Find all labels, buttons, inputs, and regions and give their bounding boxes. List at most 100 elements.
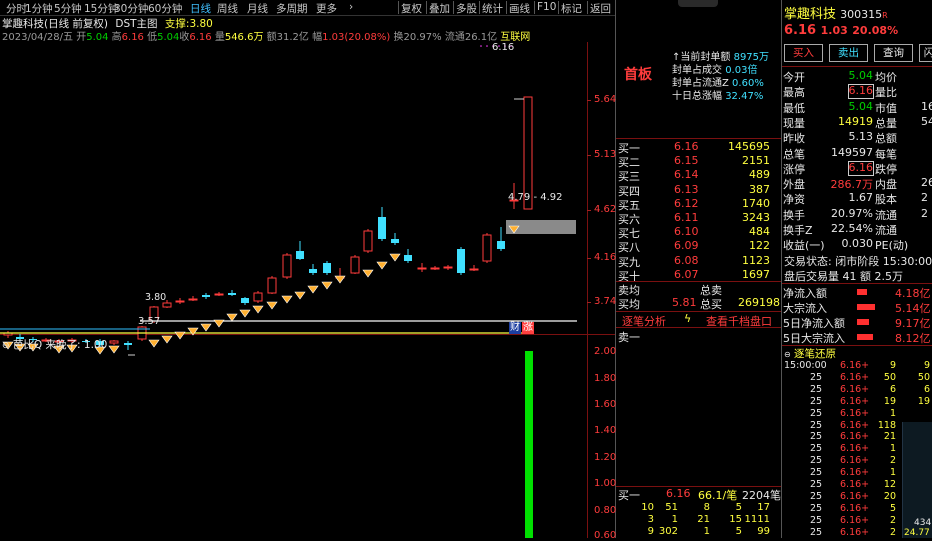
quote-field-label2: 总额 bbox=[875, 132, 897, 146]
collapse-icon[interactable]: ⊖ bbox=[2, 341, 10, 351]
quote-field-row: 换手 20.97% 流通 2 bbox=[783, 207, 932, 222]
toolbar-action-4[interactable]: 画线 bbox=[509, 1, 530, 16]
toolbar-action-2[interactable]: 多股 bbox=[456, 1, 477, 16]
toolbar-action-7[interactable]: 返回 bbox=[590, 1, 611, 16]
chart-header: 掌趣科技(日线 前复权) DST主图 支撑:3.80 2023/04/28/五 … bbox=[2, 16, 614, 43]
finance-badge[interactable]: 财 bbox=[509, 322, 521, 334]
tick-dot bbox=[480, 45, 482, 47]
flow-row: 5日大宗流入 8.12亿 bbox=[783, 330, 932, 345]
candle-body bbox=[443, 266, 453, 269]
quote-field-label: 现量 bbox=[783, 116, 805, 130]
toolbar-separator bbox=[558, 1, 559, 14]
trade-status: 交易状态: 闭市阶段 15:30:00 bbox=[784, 255, 932, 268]
avg-divider bbox=[616, 281, 782, 282]
bid-price: 6.14 bbox=[674, 168, 699, 182]
stock-flag: R bbox=[882, 11, 888, 20]
toolbar-action-5[interactable]: F10 bbox=[537, 1, 556, 13]
period-2[interactable]: 5分钟 bbox=[54, 1, 82, 16]
candle-body bbox=[253, 292, 263, 302]
collapse-handle[interactable] bbox=[678, 0, 718, 7]
tick-title[interactable]: 逐笔还原 bbox=[794, 348, 836, 360]
candle-body bbox=[241, 298, 249, 303]
tick-count: 6 bbox=[923, 383, 930, 395]
period-4[interactable]: 30分钟 bbox=[114, 1, 148, 16]
sub-axis-tick: 0.80 bbox=[594, 505, 617, 516]
price-tick-mark bbox=[587, 258, 591, 259]
candle-body bbox=[309, 269, 317, 273]
bid-row[interactable]: 买二 6.15 2151 bbox=[618, 154, 770, 169]
quote-field-value: 22.54% bbox=[831, 222, 873, 235]
quote-field-value: 0.030 bbox=[841, 237, 874, 251]
quote-field-value: 286.7万 bbox=[830, 178, 874, 192]
quote-field-value: 14919 bbox=[838, 114, 873, 128]
quote-divider bbox=[781, 0, 782, 538]
flash-button[interactable]: 闪 bbox=[919, 44, 932, 62]
tick-price: 6.16+ bbox=[840, 479, 870, 490]
seal-stat-value: 32.47% bbox=[725, 91, 764, 102]
sub-axis-tick: 2.00 bbox=[594, 346, 617, 357]
tick-price: 6.16+ bbox=[840, 383, 870, 395]
price-tick-mark bbox=[587, 155, 591, 156]
links-divider bbox=[616, 311, 782, 312]
bid-row[interactable]: 买一 6.16 145695 bbox=[618, 140, 770, 155]
period-0[interactable]: 分时 bbox=[6, 1, 27, 16]
sub-indicator-label: 来晚了: bbox=[45, 339, 81, 351]
tick-volume: 9 bbox=[889, 360, 896, 371]
sub-indicator-header: ⊖ 芭比Q 来晚了: 1.00 bbox=[2, 337, 107, 352]
tick-time: 15:00:00 bbox=[784, 360, 827, 371]
tick-volume: 20 bbox=[883, 490, 896, 502]
support-tag-label: 3.80 bbox=[145, 292, 167, 303]
candle-body bbox=[188, 298, 198, 301]
tick-volume: 118 bbox=[877, 419, 896, 431]
queue-head-avg: 66.1/笔 bbox=[698, 489, 738, 502]
tick-time: 25 bbox=[810, 514, 823, 526]
bid-row[interactable]: 买五 6.12 1740 bbox=[618, 197, 770, 212]
toolbar-action-3[interactable]: 统计 bbox=[482, 1, 503, 16]
period-7[interactable]: 周线 bbox=[217, 1, 238, 16]
bid-price: 6.11 bbox=[674, 211, 699, 224]
bid-price: 6.10 bbox=[674, 225, 699, 239]
candle-body bbox=[296, 251, 304, 259]
period-5[interactable]: 60分钟 bbox=[148, 1, 182, 16]
period-9[interactable]: 多周期 bbox=[276, 1, 308, 16]
period-1[interactable]: 1分钟 bbox=[25, 1, 53, 16]
sell-button[interactable]: 卖出 bbox=[829, 44, 868, 62]
bid-row[interactable]: 买九 6.08 1123 bbox=[618, 254, 770, 269]
bid-row[interactable]: 买三 6.14 489 bbox=[618, 168, 770, 183]
more-arrow-icon[interactable]: › bbox=[349, 1, 353, 13]
toolbar-action-0[interactable]: 复权 bbox=[401, 1, 422, 16]
ask-divider bbox=[616, 327, 782, 328]
query-button[interactable]: 查询 bbox=[874, 44, 913, 62]
diamond-marker bbox=[376, 261, 388, 270]
bid-row[interactable]: 买七 6.10 484 bbox=[618, 225, 770, 240]
bid-row[interactable]: 买六 6.11 3243 bbox=[618, 211, 770, 226]
tick-price: 6.16+ bbox=[840, 431, 870, 443]
flow-divider bbox=[782, 283, 932, 284]
candle-body bbox=[497, 241, 505, 249]
candle-body bbox=[162, 302, 172, 308]
stock-name: 掌趣科技 bbox=[784, 7, 837, 22]
tick-price: 6.16+ bbox=[840, 419, 870, 431]
after-hours-volume: 盘后交易量 41 额 2.5万 bbox=[784, 270, 903, 283]
limit-up-badge[interactable]: 涨 bbox=[522, 322, 534, 334]
kline-chart[interactable] bbox=[0, 42, 615, 538]
quote-field-row: 今开 5.04 均价 bbox=[783, 69, 932, 84]
candle-body bbox=[175, 300, 185, 303]
quote-field-label2: 市值 bbox=[875, 101, 897, 115]
tick-volume: 1 bbox=[889, 407, 896, 419]
tick-price: 6.16+ bbox=[840, 407, 870, 419]
tick-time: 25 bbox=[810, 479, 823, 490]
sub-indicator-name[interactable]: 芭比Q bbox=[13, 339, 42, 351]
collapse-ticks-icon[interactable]: ⊖ bbox=[784, 350, 791, 359]
buy-button[interactable]: 买入 bbox=[784, 44, 823, 62]
toolbar-action-6[interactable]: 标记 bbox=[561, 1, 582, 16]
toolbar-action-1[interactable]: 叠加 bbox=[429, 1, 450, 16]
period-6[interactable]: 日线 bbox=[190, 1, 211, 16]
flow-label: 大宗流入 bbox=[783, 302, 827, 315]
period-8[interactable]: 月线 bbox=[247, 1, 268, 16]
bid-row[interactable]: 买四 6.13 387 bbox=[618, 183, 770, 198]
bid-row[interactable]: 买八 6.09 122 bbox=[618, 239, 770, 254]
tick-row: 25 6.16+ 19 19 bbox=[784, 396, 932, 408]
diamond-marker bbox=[307, 285, 319, 294]
period-10[interactable]: 更多 bbox=[316, 1, 337, 16]
